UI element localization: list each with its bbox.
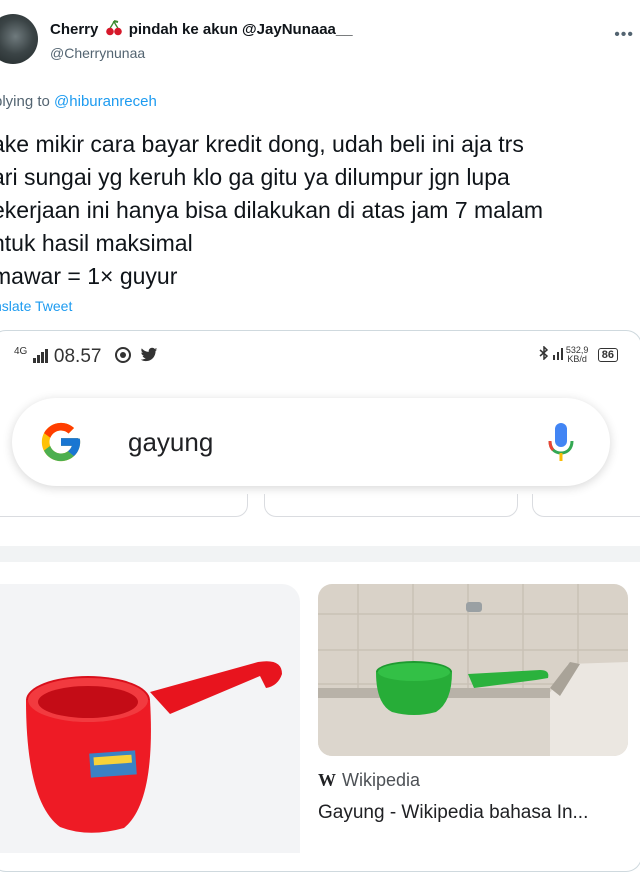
result-title-link[interactable]: Gayung - Wikipedia bahasa In... [318,802,588,824]
twitter-bird-icon [140,347,158,362]
filter-chip[interactable] [532,494,640,517]
signal-small-icon [552,348,563,360]
replying-prefix: plying to [0,93,50,110]
bathroom-photo-icon [318,584,628,756]
filter-chip[interactable] [264,494,518,517]
result-source-name: Wikipedia [342,770,421,790]
network-speed-unit: KB/d [567,354,587,364]
bluetooth-icon [539,345,549,361]
user-handle[interactable]: @Cherrynunaa [50,45,145,61]
filter-chip[interactable] [0,494,248,517]
cherry-icon [105,20,122,36]
chrome-icon [114,347,131,363]
display-name[interactable]: Cherry pindah ke akun @JayNunaaa__ [50,20,353,38]
red-water-scoop-image[interactable] [20,652,290,842]
replying-handle-link[interactable]: @hiburanreceh [54,93,157,110]
tweet-text: ake mikir cara bayar kredit dong, udah b… [0,131,544,289]
phone-status-bar-left: 4G 08.57 [14,346,158,368]
phone-time: 08.57 [53,346,102,367]
battery-indicator: 86 [597,348,618,362]
translate-tweet-link[interactable]: nslate Tweet [0,298,72,314]
network-type: 4G [14,346,28,357]
display-name-part2: pindah ke akun @JayNunaaa__ [128,21,353,38]
search-query[interactable]: gayung [128,427,213,458]
signal-icon [32,349,48,363]
avatar[interactable] [0,14,38,64]
wikipedia-w-icon: W [318,770,336,790]
more-options-icon[interactable]: ••• [614,26,634,44]
section-divider [0,546,640,562]
green-water-scoop-image[interactable] [318,584,628,756]
google-g-logo-icon [41,422,81,462]
phone-status-bar-right: 532,9 KB/d 86 [539,345,618,364]
replying-to: plying to @hiburanreceh [0,93,157,110]
result-source[interactable]: W Wikipedia [318,770,420,791]
google-search-bar[interactable] [12,398,610,486]
display-name-part1: Cherry [50,21,99,38]
microphone-icon[interactable] [544,421,578,463]
